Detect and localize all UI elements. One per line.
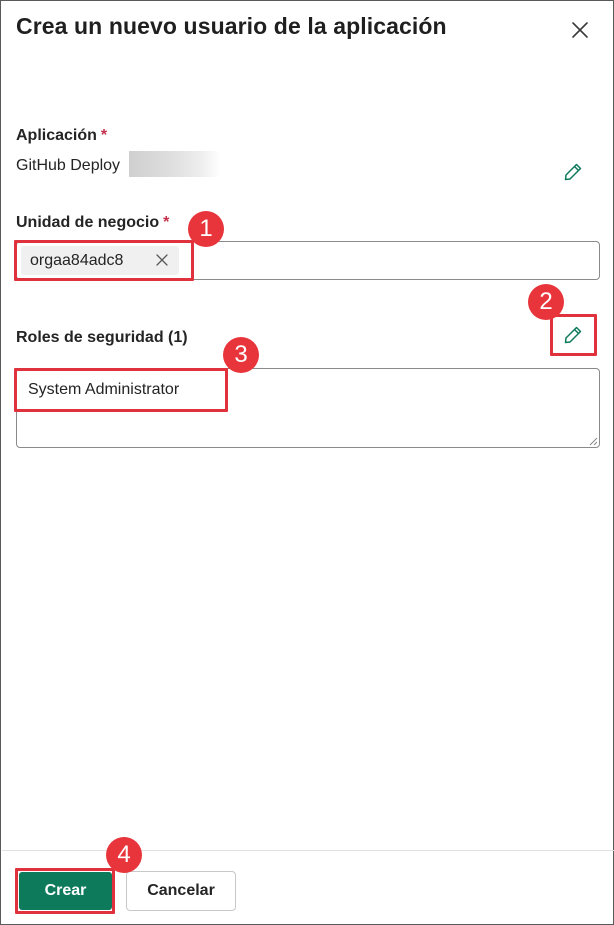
cancel-button[interactable]: Cancelar xyxy=(126,871,236,911)
close-button[interactable] xyxy=(567,17,593,43)
application-value: GitHub Deploy xyxy=(16,157,121,174)
security-role-item: System Administrator xyxy=(28,381,180,398)
security-roles-list[interactable]: System Administrator xyxy=(16,368,600,448)
required-mark: * xyxy=(163,214,170,231)
required-mark: * xyxy=(100,127,108,144)
callout-badge: 3 xyxy=(223,337,259,373)
business-unit-label: Unidad de negocio * xyxy=(16,214,169,232)
business-unit-label-text: Unidad de negocio xyxy=(16,214,160,231)
callout-badge: 1 xyxy=(188,211,224,247)
application-label: Aplicación * xyxy=(16,127,107,145)
pencil-icon xyxy=(564,326,582,344)
application-label-text: Aplicación xyxy=(16,127,97,144)
business-unit-chip-label: orgaa84adc8 xyxy=(30,251,124,269)
footer-divider xyxy=(2,850,614,851)
callout-badge: 4 xyxy=(106,837,142,873)
edit-security-roles-button[interactable] xyxy=(559,321,587,349)
business-unit-chip[interactable]: orgaa84adc8 xyxy=(21,246,179,275)
callout-badge: 2 xyxy=(528,284,564,320)
security-roles-label: Roles de seguridad (1) xyxy=(16,329,188,346)
resize-grip-icon[interactable] xyxy=(588,436,598,446)
close-icon xyxy=(572,22,588,38)
redacted-area xyxy=(129,151,221,177)
pencil-icon xyxy=(564,163,582,181)
create-button[interactable]: Crear xyxy=(19,872,112,910)
edit-application-button[interactable] xyxy=(559,158,587,186)
panel-title: Crea un nuevo usuario de la aplicación xyxy=(16,13,447,39)
business-unit-lookup[interactable]: orgaa84adc8 xyxy=(16,241,600,280)
create-app-user-panel: Crea un nuevo usuario de la aplicación A… xyxy=(0,0,614,925)
close-icon[interactable] xyxy=(155,253,169,267)
